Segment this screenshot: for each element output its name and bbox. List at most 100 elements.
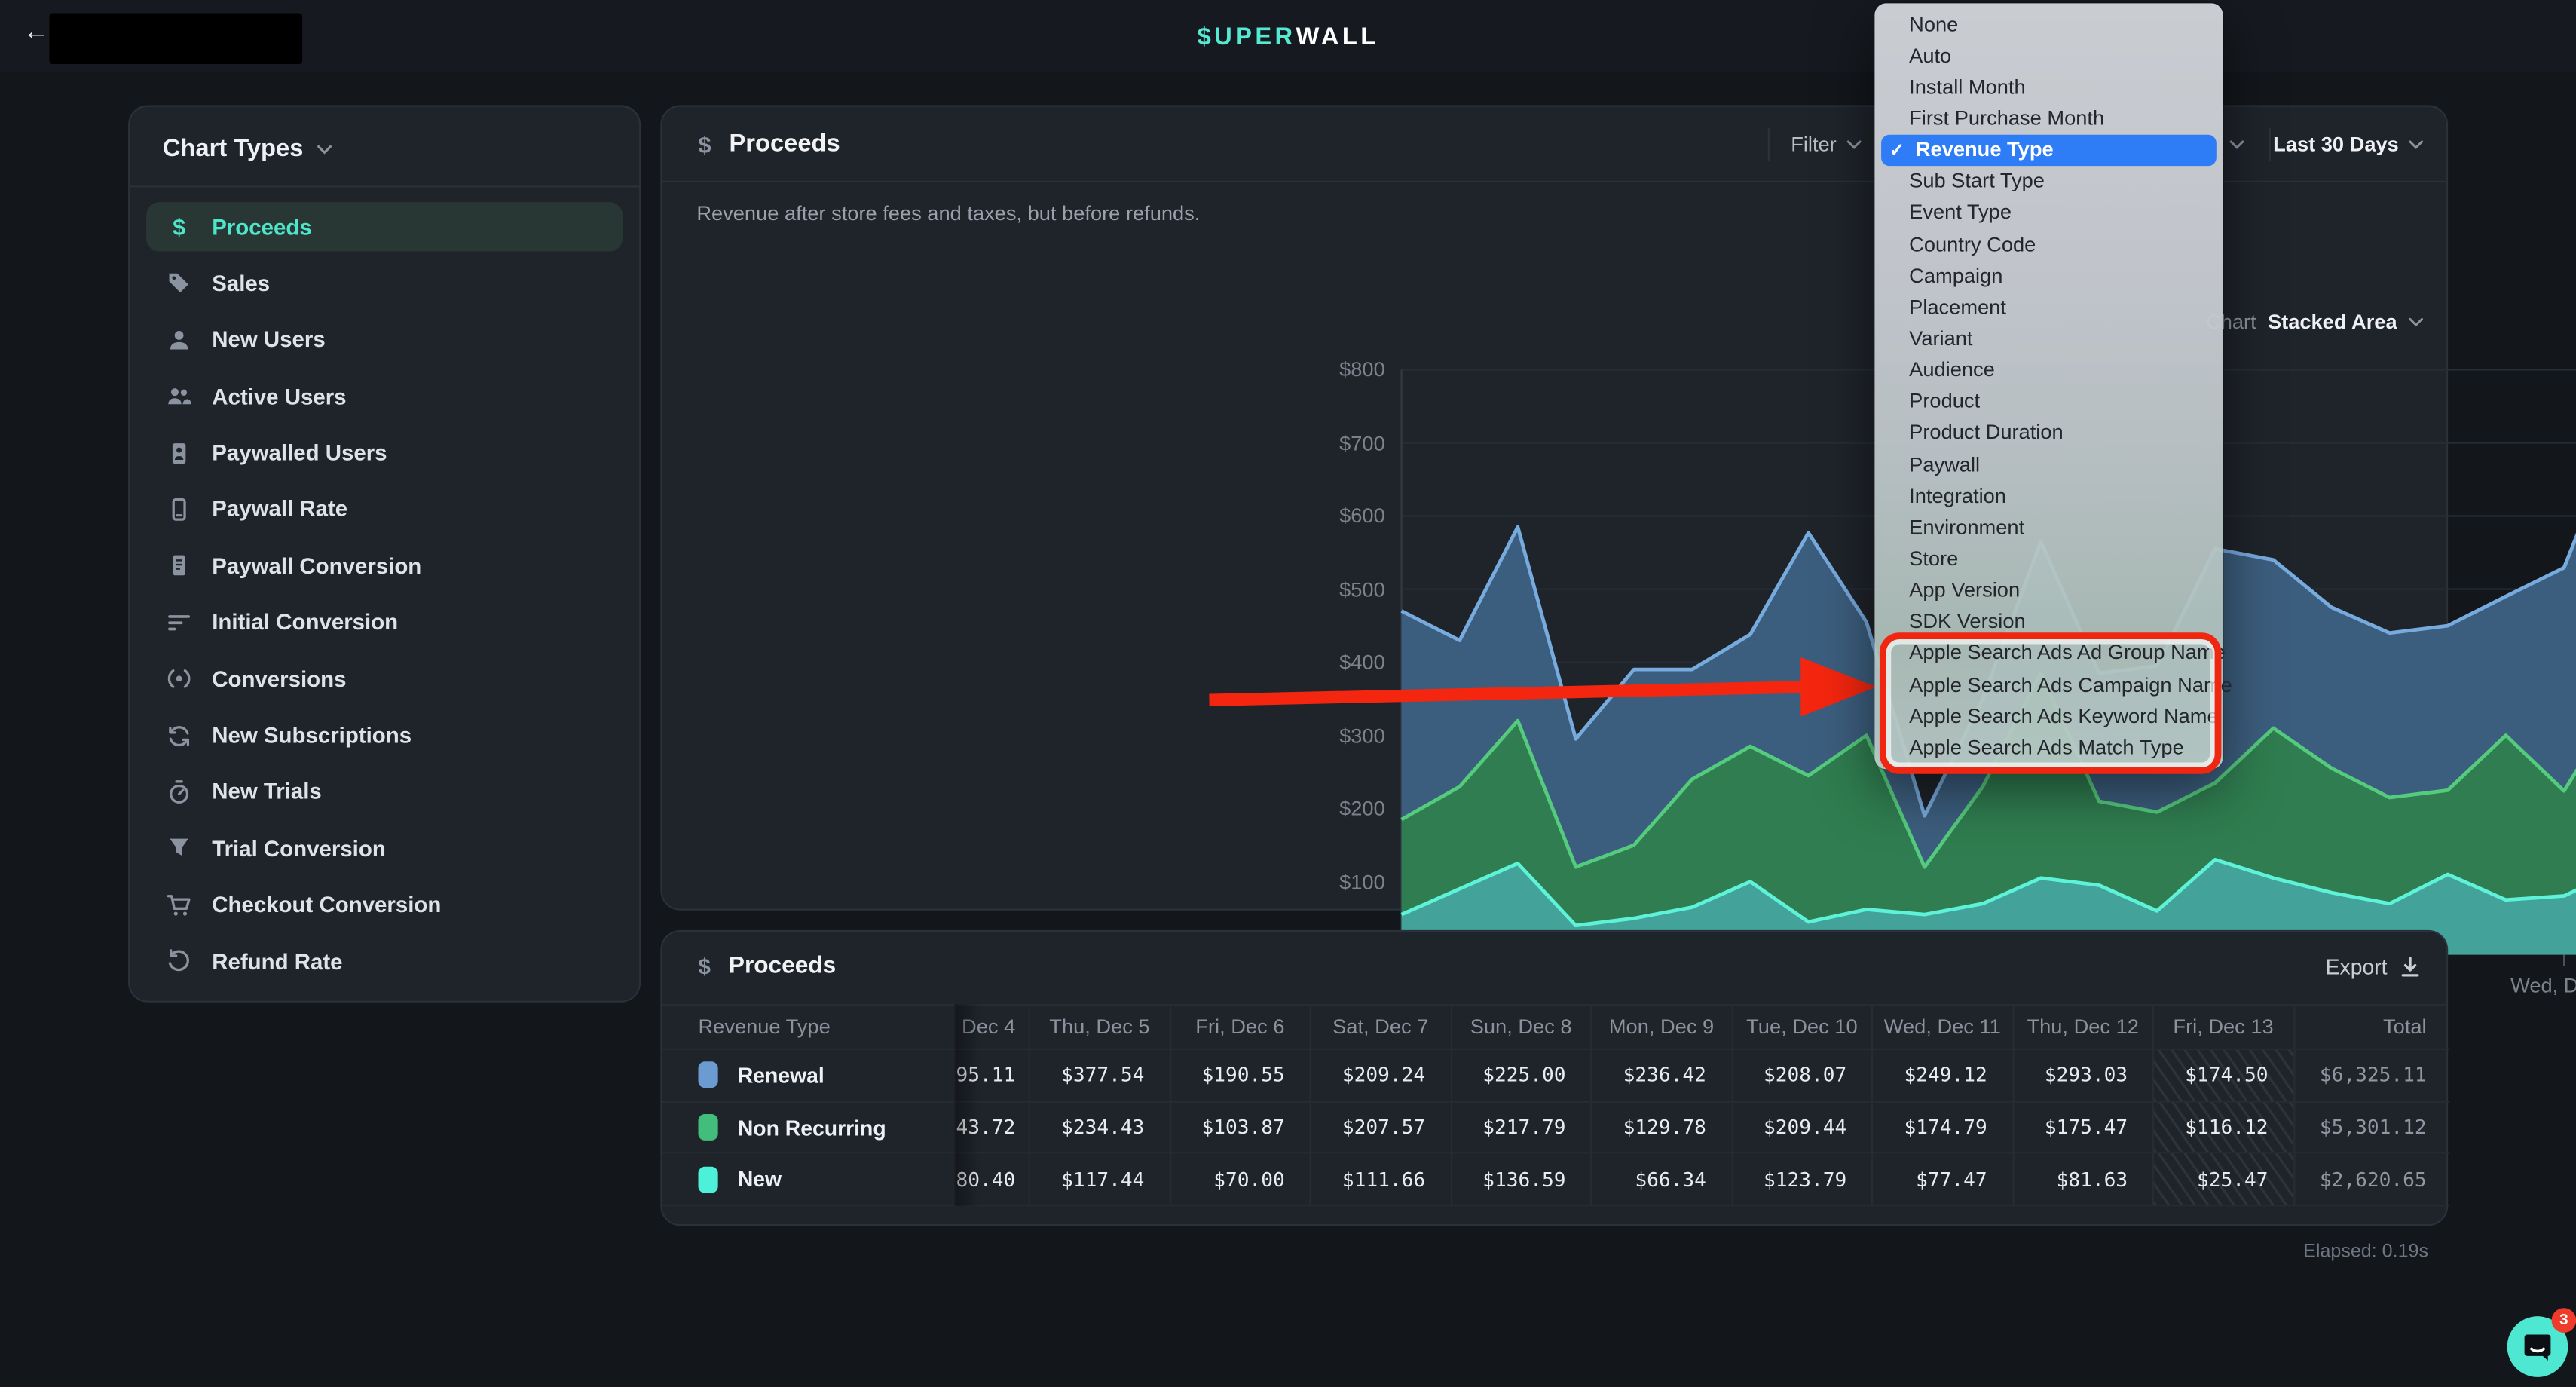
menu-item-product-duration[interactable]: Product Duration (1874, 417, 2223, 449)
chart-type-dropdown[interactable]: Chart Stacked Area (2206, 311, 2423, 334)
sidebar-item-new-trials[interactable]: New Trials (146, 767, 623, 816)
sidebar-item-new-users[interactable]: New Users (146, 315, 623, 364)
menu-item-event-type[interactable]: Event Type (1874, 197, 2223, 228)
rotate-ccw-icon (166, 948, 192, 975)
chat-icon (2520, 1330, 2555, 1364)
y-tick-label: $600 (1286, 504, 1385, 528)
group-by-dropdown-chevron[interactable] (2229, 107, 2244, 182)
menu-item-label: First Purchase Month (1909, 107, 2104, 130)
series-swatch (699, 1062, 718, 1088)
menu-item-none[interactable]: None (1874, 8, 2223, 40)
table-header-tue-dec-10: Tue, Dec 10 (1731, 1006, 1871, 1050)
y-tick-label: $200 (1286, 797, 1385, 820)
chat-unread-badge: 3 (2552, 1308, 2576, 1333)
table-cell: $236.42 (1590, 1050, 1730, 1102)
menu-item-label: Product Duration (1909, 421, 2064, 445)
menu-item-label: None (1909, 12, 1958, 35)
elapsed-time: Elapsed: 0.19s (2235, 1242, 2428, 1262)
sidebar-item-active-users[interactable]: Active Users (146, 372, 623, 421)
sidebar-item-label: Paywall Rate (212, 497, 347, 522)
sidebar-item-label: New Users (212, 327, 326, 352)
chevron-down-icon (317, 144, 332, 154)
sidebar-item-label: Checkout Conversion (212, 893, 441, 917)
id-card-icon (166, 439, 192, 466)
proceeds-table: Revenue TypeDec 4Thu, Dec 5Fri, Dec 6Sat… (662, 1004, 2446, 1206)
menu-item-label: Integration (1909, 484, 2006, 507)
chart-types-dropdown[interactable]: Chart Types (130, 107, 639, 186)
table-cell: $225.00 (1450, 1050, 1590, 1102)
svg-text:$: $ (173, 215, 185, 240)
table-cell: $234.43 (1029, 1102, 1169, 1154)
menu-item-revenue-type[interactable]: ✓Revenue Type (1881, 134, 2217, 166)
table-header-cut-column: Dec 4 (955, 1006, 1029, 1050)
proceeds-table-panel: $ Proceeds Export Revenue TypeDec 4Thu, … (660, 930, 2448, 1226)
table-cell: $217.79 (1450, 1102, 1590, 1154)
date-range-dropdown[interactable]: Last 30 Days (2273, 107, 2423, 182)
series-swatch (699, 1166, 718, 1193)
sidebar-item-paywall-rate[interactable]: Paywall Rate (146, 485, 623, 534)
menu-item-store[interactable]: Store (1874, 543, 2223, 574)
y-tick-label: $700 (1286, 431, 1385, 455)
menu-item-label: App Version (1909, 579, 2020, 602)
sidebar-item-conversions[interactable]: Conversions (146, 654, 623, 703)
export-button[interactable]: Export (2326, 955, 2421, 980)
dollar-icon: $ (699, 954, 711, 978)
menu-item-product[interactable]: Product (1874, 386, 2223, 418)
target-icon (166, 666, 192, 692)
menu-item-install-month[interactable]: Install Month (1874, 71, 2223, 103)
sidebar-item-paywall-conversion[interactable]: Paywall Conversion (146, 541, 623, 590)
table-cell: $25.47 (2152, 1154, 2293, 1206)
chart-type-value: Stacked Area (2268, 311, 2397, 334)
menu-item-app-version[interactable]: App Version (1874, 574, 2223, 606)
menu-item-sub-start-type[interactable]: Sub Start Type (1874, 166, 2223, 197)
sidebar-item-label: Paywall Conversion (212, 553, 421, 578)
menu-item-label: Product (1909, 390, 1980, 413)
page-title: Proceeds (729, 130, 840, 158)
menu-item-label: Event Type (1909, 201, 2012, 225)
sidebar-item-label: Sales (212, 271, 270, 295)
menu-item-apple-search-ads-campaign-name[interactable]: Apple Search Ads Campaign Name (1874, 669, 2223, 700)
x-tick-label: Wed, Dec 4 (2474, 975, 2576, 998)
menu-item-paywall[interactable]: Paywall (1874, 449, 2223, 480)
sidebar-item-label: Paywalled Users (212, 440, 387, 465)
menu-item-apple-search-ads-match-type[interactable]: Apple Search Ads Match Type (1874, 732, 2223, 764)
sidebar-item-checkout-conversion[interactable]: Checkout Conversion (146, 880, 623, 929)
y-tick-label: $500 (1286, 577, 1385, 601)
sidebar-item-label: Refund Rate (212, 949, 342, 974)
sidebar-item-initial-conversion[interactable]: Initial Conversion (146, 598, 623, 647)
chevron-down-icon (2409, 317, 2424, 327)
menu-item-apple-search-ads-ad-group-name[interactable]: Apple Search Ads Ad Group Name (1874, 637, 2223, 669)
sidebar-item-trial-conversion[interactable]: Trial Conversion (146, 824, 623, 873)
sidebar-item-proceeds[interactable]: $ Proceeds (146, 202, 623, 251)
filter-dropdown[interactable]: Filter (1791, 107, 1861, 182)
table-header-wed-dec-11: Wed, Dec 11 (1871, 1006, 2012, 1050)
logo-prefix: $UPER (1198, 22, 1296, 50)
menu-item-placement[interactable]: Placement (1874, 291, 2223, 323)
menu-item-auto[interactable]: Auto (1874, 40, 2223, 72)
sidebar-item-label: New Trials (212, 779, 322, 804)
menu-item-apple-search-ads-keyword-name[interactable]: Apple Search Ads Keyword Name (1874, 700, 2223, 732)
chevron-down-icon (2409, 139, 2424, 149)
menu-item-campaign[interactable]: Campaign (1874, 260, 2223, 292)
table-row-label: Renewal (662, 1050, 955, 1102)
sidebar-item-sales[interactable]: Sales (146, 259, 623, 308)
menu-item-label: Apple Search Ads Match Type (1909, 736, 2184, 759)
menu-item-environment[interactable]: Environment (1874, 512, 2223, 543)
sidebar-item-refund-rate[interactable]: Refund Rate (146, 937, 623, 986)
menu-item-integration[interactable]: Integration (1874, 480, 2223, 512)
menu-item-audience[interactable]: Audience (1874, 354, 2223, 386)
table-header-revenue-type: Revenue Type (662, 1006, 955, 1050)
menu-item-variant[interactable]: Variant (1874, 323, 2223, 354)
menu-item-label: Apple Search Ads Ad Group Name (1909, 641, 2226, 665)
menu-item-sdk-version[interactable]: SDK Version (1874, 606, 2223, 638)
menu-item-first-purchase-month[interactable]: First Purchase Month (1874, 103, 2223, 134)
dollar-icon: $ (699, 130, 711, 157)
export-label: Export (2326, 955, 2388, 980)
sidebar-item-paywalled-users[interactable]: Paywalled Users (146, 428, 623, 477)
menu-item-country-code[interactable]: Country Code (1874, 228, 2223, 260)
table-header-fri-dec-13: Fri, Dec 13 (2152, 1006, 2293, 1050)
table-cell-cut: 95.11 (955, 1050, 1029, 1102)
logo-suffix: WALL (1296, 22, 1379, 50)
sidebar-item-new-subscriptions[interactable]: New Subscriptions (146, 711, 623, 760)
sidebar-item-label: Proceeds (212, 214, 312, 239)
